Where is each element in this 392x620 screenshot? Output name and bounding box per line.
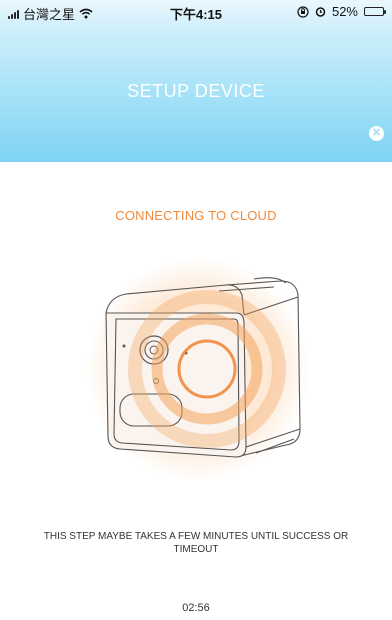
indicator-dot	[122, 344, 126, 348]
page-title: SETUP DEVICE	[127, 81, 265, 101]
battery-percent: 52%	[331, 4, 358, 19]
header-bar: 台灣之星 下午4:15 52% SETUP DEVICE ✕	[0, 0, 392, 162]
close-icon: ✕	[371, 127, 382, 139]
hint-text: THIS STEP MAYBE TAKES A FEW MINUTES UNTI…	[43, 531, 349, 555]
camera-illustration	[86, 257, 310, 481]
alarm-icon	[315, 7, 326, 17]
close-button[interactable]: ✕	[369, 126, 384, 141]
status-right: 52%	[297, 4, 386, 19]
status-bar: 台灣之星 下午4:15 52%	[0, 0, 392, 22]
lock-rotation-icon	[297, 5, 309, 18]
status-heading: CONNECTING TO CLOUD	[115, 208, 277, 223]
countdown-timer: 02:56	[182, 602, 210, 614]
battery-icon	[364, 7, 386, 16]
